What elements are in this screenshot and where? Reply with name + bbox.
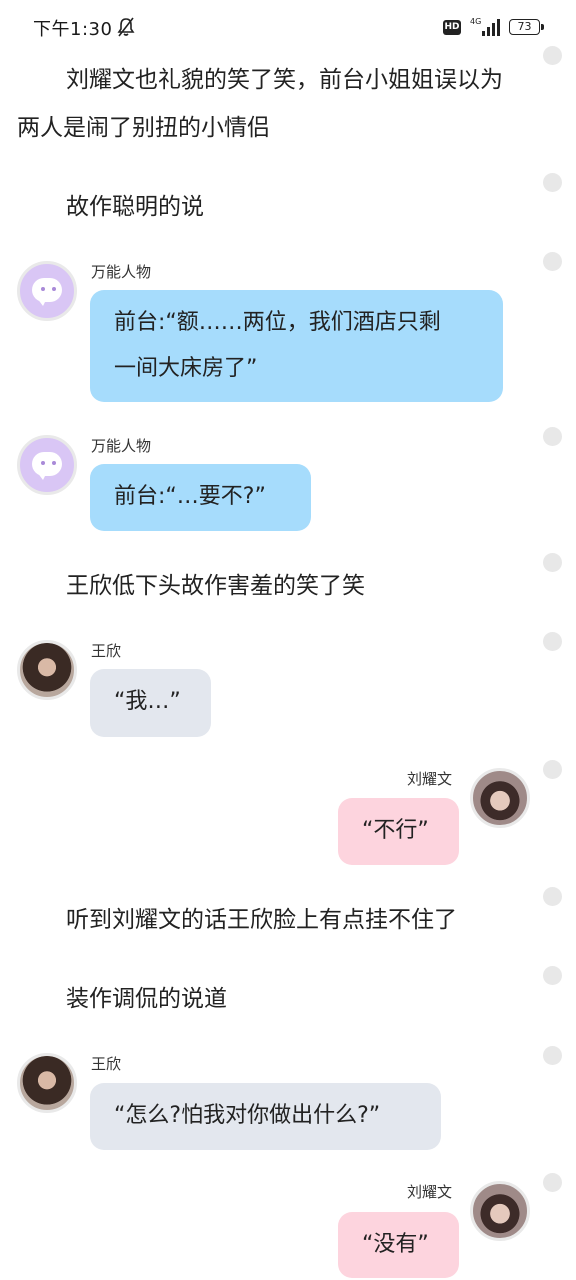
chat-text: “我…” — [114, 689, 181, 714]
side-dot — [543, 887, 562, 906]
sender-name: 刘耀文 — [407, 770, 453, 788]
battery-icon: 73 — [509, 19, 540, 35]
status-bar: 下午1:30 HD 4G 73 — [0, 0, 576, 54]
bot-avatar[interactable] — [17, 261, 77, 321]
narration-text: 刘耀文也礼貌的笑了笑，前台小姐姐误以为 — [66, 67, 503, 93]
sender-name: 万能人物 — [91, 437, 152, 455]
user-avatar-wangxin[interactable] — [17, 640, 77, 700]
user-avatar-liuyaowen[interactable] — [470, 768, 530, 828]
chat-bubble[interactable]: “没有” — [338, 1212, 459, 1278]
sender-name: 万能人物 — [91, 263, 152, 281]
chat-text-line: 前台:“额……两位，我们酒店只剩 — [114, 310, 441, 335]
chat-text: “没有” — [362, 1232, 429, 1257]
chat-bubble[interactable]: “不行” — [338, 798, 459, 865]
status-time: 下午1:30 — [33, 19, 113, 40]
side-dot — [543, 966, 562, 985]
chat-text-line: 一间大床房了” — [114, 356, 258, 381]
chat-bubble[interactable]: “我…” — [90, 669, 211, 737]
sender-name: 王欣 — [91, 1055, 122, 1073]
side-dot — [543, 760, 562, 779]
side-dot — [543, 632, 562, 651]
battery-tip — [541, 24, 544, 30]
sender-name: 刘耀文 — [407, 1183, 453, 1201]
chat-text: “怎么?怕我对你做出什么?” — [114, 1103, 381, 1128]
side-dot — [543, 46, 562, 65]
chat-text: “不行” — [362, 818, 429, 843]
narration-text: 两人是闹了别扭的小情侣 — [17, 115, 270, 141]
chat-bubble[interactable]: 前台:“额……两位，我们酒店只剩 一间大床房了” — [90, 290, 503, 402]
narration-text: 王欣低下头故作害羞的笑了笑 — [66, 573, 365, 599]
signal-icon: 4G — [470, 17, 500, 36]
side-dot — [543, 252, 562, 271]
side-dot — [543, 173, 562, 192]
bell-muted-icon — [117, 17, 135, 37]
network-label: 4G — [470, 17, 481, 26]
side-dot — [543, 427, 562, 446]
chat-text: 前台:“…要不?” — [114, 484, 266, 509]
chat-bubble[interactable]: 前台:“…要不?” — [90, 464, 311, 531]
chat-bubble[interactable]: “怎么?怕我对你做出什么?” — [90, 1083, 441, 1150]
sender-name: 王欣 — [91, 642, 122, 660]
user-avatar-liuyaowen[interactable] — [470, 1181, 530, 1241]
side-dot — [543, 553, 562, 572]
user-avatar-wangxin[interactable] — [17, 1053, 77, 1113]
narration-text: 故作聪明的说 — [66, 194, 204, 220]
narration-text: 听到刘耀文的话王欣脸上有点挂不住了 — [66, 907, 457, 933]
hd-badge: HD — [443, 20, 461, 35]
side-dot — [543, 1046, 562, 1065]
bot-avatar[interactable] — [17, 435, 77, 495]
narration-text: 装作调侃的说道 — [66, 986, 227, 1012]
side-dot — [543, 1173, 562, 1192]
